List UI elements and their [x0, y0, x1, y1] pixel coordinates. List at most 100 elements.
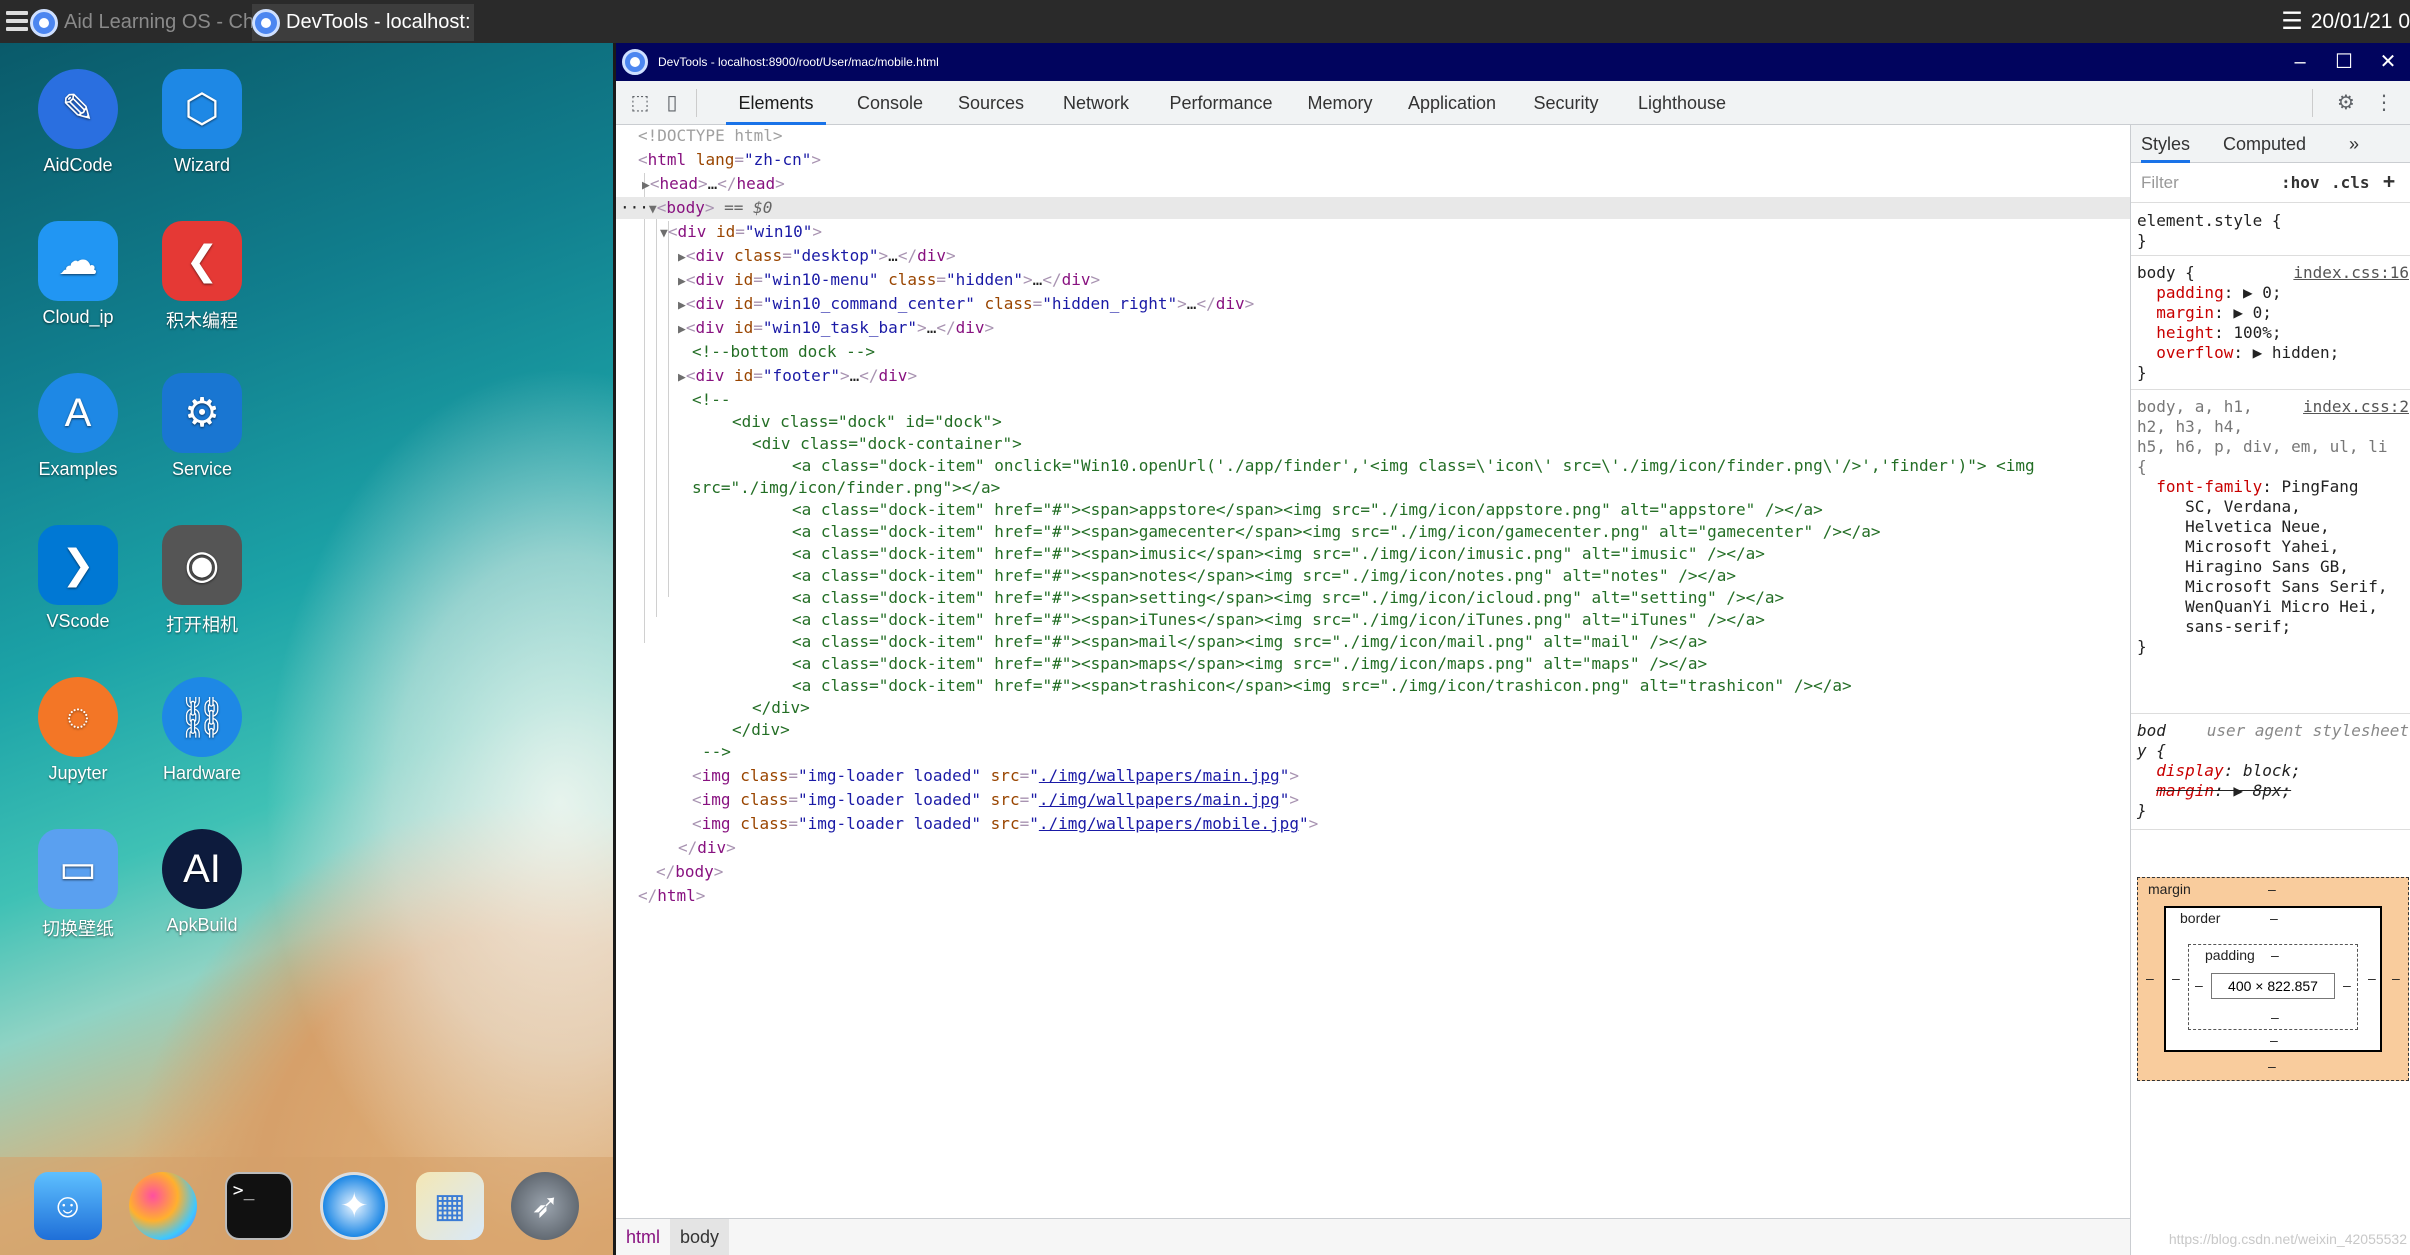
dom-line[interactable]: ▶<head>…</head> [642, 173, 2130, 195]
dom-line-selected-body[interactable]: ···▼<body> == $0 [616, 197, 2130, 219]
dom-line[interactable]: <!DOCTYPE html> [638, 125, 2130, 147]
desktop-icon-camera[interactable]: ◉ 打开相机 [140, 525, 264, 637]
hov-toggle[interactable]: :hov [2281, 173, 2320, 192]
box-padding-value: – [2271, 1009, 2279, 1025]
taskbar-item-devtools[interactable]: DevTools - localhost: [252, 4, 474, 41]
tab-sources[interactable]: Sources [946, 81, 1036, 125]
maximize-icon[interactable]: ☐ [2322, 43, 2366, 81]
dom-line[interactable]: <a class="dock-item" href="#"><span>tras… [792, 675, 2130, 697]
tab-elements[interactable]: Elements [726, 81, 826, 125]
filter-input[interactable]: Filter [2141, 173, 2179, 193]
rule-reset[interactable]: body, a, h1, h2, h3, h4, h5, h6, p, div,… [2137, 397, 2409, 657]
cls-toggle[interactable]: .cls [2331, 173, 2370, 192]
dom-line[interactable]: <a class="dock-item" href="#"><span>game… [792, 521, 2130, 543]
dom-line[interactable]: <a class="dock-item" onclick="Win10.open… [792, 455, 2130, 477]
desktop-icon-link[interactable]: ⛓ Hardware [140, 677, 264, 784]
tab-console[interactable]: Console [848, 81, 932, 125]
dom-line[interactable]: <a class="dock-item" href="#"><span>mail… [792, 631, 2130, 653]
box-padding-value: – [2271, 947, 2279, 963]
desktop-icon-jupyter[interactable]: ◌ Jupyter [16, 677, 140, 784]
close-icon[interactable]: ✕ [2366, 43, 2410, 81]
minimize-icon[interactable]: – [2278, 43, 2322, 81]
box-model-diagram[interactable]: margin – – – – border – – – – padding – … [2137, 877, 2409, 1081]
dom-line[interactable]: <a class="dock-item" href="#"><span>note… [792, 565, 2130, 587]
tab-performance[interactable]: Performance [1162, 81, 1280, 125]
more-options-icon[interactable]: ⋮ [2372, 91, 2396, 115]
tab-memory[interactable]: Memory [1296, 81, 1384, 125]
dom-line[interactable]: </div> [732, 719, 2130, 741]
styles-sidebar: Styles Computed » Filter :hov .cls + ele… [2130, 125, 2410, 1255]
safari-icon[interactable]: ✦ [320, 1172, 389, 1240]
dom-line[interactable]: <a class="dock-item" href="#"><span>maps… [792, 653, 2130, 675]
tab-security[interactable]: Security [1522, 81, 1610, 125]
dom-line[interactable]: </html> [638, 885, 2130, 907]
tab-network[interactable]: Network [1052, 81, 1140, 125]
rule-body[interactable]: body { padding: ▶ 0; margin: ▶ 0; height… [2137, 263, 2409, 383]
toolbar-divider [2312, 89, 2313, 117]
dom-line[interactable]: ▶<div id="win10_task_bar">…</div> [678, 317, 2130, 339]
launchpad-icon[interactable]: ➶ [511, 1172, 580, 1240]
dom-line[interactable]: </body> [656, 861, 2130, 883]
tab-application[interactable]: Application [1396, 81, 1508, 125]
rule-element-style[interactable]: element.style { } [2137, 211, 2409, 251]
desktop-icon-label: 切换壁纸 [42, 919, 114, 939]
dom-line[interactable]: ▼<div id="win10"> [660, 221, 2130, 243]
desktop-icon-appstore[interactable]: A Examples [16, 373, 140, 480]
dom-line[interactable]: <img class="img-loader loaded" src="./im… [692, 765, 2130, 787]
toolbar-divider [696, 89, 697, 117]
dom-line[interactable]: ▶<div id="footer">…</div> [678, 365, 2130, 387]
dock: ☺ >_ ✦ ▦ ➶ [0, 1157, 613, 1255]
inspect-element-icon[interactable]: ⬚ [628, 91, 652, 115]
system-clock[interactable]: ☰ 20/01/21 0 [2281, 0, 2410, 43]
desktop-icon-ai-bulb[interactable]: AI ApkBuild [140, 829, 264, 936]
tab-styles[interactable]: Styles [2141, 125, 2191, 163]
blocks-chevron-icon: ❮ [162, 221, 242, 301]
rule-user-agent[interactable]: bod y { display: block; margin: ▶ 8px; } [2137, 721, 2409, 821]
sidebar-tabs: Styles Computed » [2131, 125, 2410, 163]
hamburger-menu-icon[interactable] [6, 8, 28, 34]
desktop-icon-cloud[interactable]: ☁ Cloud_ip [16, 221, 140, 328]
gamecenter-icon[interactable] [129, 1172, 198, 1240]
finder-icon[interactable]: ☺ [33, 1172, 102, 1240]
dom-line[interactable]: <html lang="zh-cn"> [638, 149, 2130, 171]
desktop-icon-wizard-cubes[interactable]: ⬡ Wizard [140, 69, 264, 176]
dom-line[interactable]: --> [702, 741, 2130, 763]
dom-line[interactable]: <a class="dock-item" href="#"><span>sett… [792, 587, 2130, 609]
settings-gear-icon[interactable]: ⚙ [2334, 91, 2358, 115]
rule-divider [2131, 829, 2410, 830]
box-border-label: border [2180, 910, 2221, 926]
dom-line[interactable]: </div> [752, 697, 2130, 719]
dom-line[interactable]: <!--bottom dock --> [692, 341, 2130, 363]
taskbar-item-aid-learning[interactable]: Aid Learning OS - Chr [30, 4, 255, 41]
tray-menu-icon[interactable]: ☰ [2281, 7, 2303, 36]
new-rule-icon[interactable]: + [2383, 169, 2395, 193]
tab-lighthouse[interactable]: Lighthouse [1626, 81, 1738, 125]
dom-line[interactable]: <div class="dock-container"> [752, 433, 2130, 455]
dom-line[interactable]: <img class="img-loader loaded" src="./im… [692, 813, 2130, 835]
preview-icon[interactable]: ▦ [415, 1172, 484, 1240]
desktop-icon-vscode[interactable]: ❯ VScode [16, 525, 140, 632]
dom-line[interactable]: <a class="dock-item" href="#"><span>apps… [792, 499, 2130, 521]
tab-computed[interactable]: Computed [2223, 125, 2306, 163]
dom-line[interactable]: <img class="img-loader loaded" src="./im… [692, 789, 2130, 811]
breadcrumb-html[interactable]: html [616, 1227, 670, 1248]
desktop-icon-gears[interactable]: ⚙ Service [140, 373, 264, 480]
dom-line[interactable]: src="./img/icon/finder.png"></a> [692, 477, 2130, 499]
desktop-icon-wallpaper[interactable]: ▭ 切换壁纸 [16, 829, 140, 941]
elements-dom-tree[interactable]: <!DOCTYPE html> <html lang="zh-cn"> ▶<he… [616, 125, 2130, 1215]
dom-line[interactable]: <!-- [692, 389, 2130, 411]
cloud-icon: ☁ [38, 221, 118, 301]
dom-line[interactable]: <a class="dock-item" href="#"><span>imus… [792, 543, 2130, 565]
desktop-icon-blocks-chevron[interactable]: ❮ 积木编程 [140, 221, 264, 333]
desktop-icon-aidcode[interactable]: ✎ AidCode [16, 69, 140, 176]
dom-line[interactable]: <div class="dock" id="dock"> [732, 411, 2130, 433]
dom-line[interactable]: <a class="dock-item" href="#"><span>iTun… [792, 609, 2130, 631]
breadcrumb-body[interactable]: body [670, 1218, 730, 1255]
dom-line[interactable]: ▶<div class="desktop">…</div> [678, 245, 2130, 267]
dom-line[interactable]: ▶<div id="win10-menu" class="hidden">…</… [678, 269, 2130, 291]
device-toolbar-icon[interactable]: ▯ [660, 91, 684, 115]
more-tabs-icon[interactable]: » [2349, 125, 2359, 163]
terminal-icon[interactable]: >_ [224, 1172, 293, 1240]
dom-line[interactable]: </div> [678, 837, 2130, 859]
dom-line[interactable]: ▶<div id="win10_command_center" class="h… [678, 293, 2130, 315]
